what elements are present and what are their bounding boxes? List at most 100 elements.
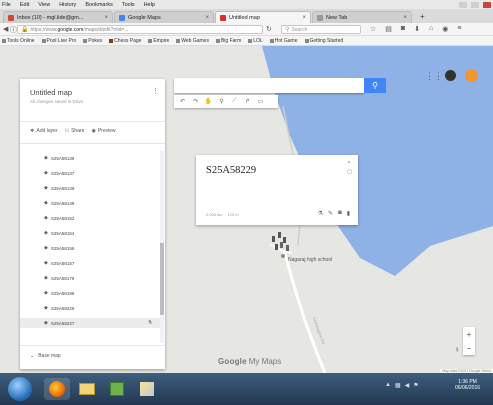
- pocket-icon[interactable]: ◙: [401, 25, 405, 33]
- list-item[interactable]: ◆ S25A58136: [20, 153, 160, 163]
- info-icon[interactable]: ⓘ: [10, 25, 17, 35]
- menu-edit[interactable]: Edit: [20, 2, 29, 8]
- bookmark-item[interactable]: Chess Page: [109, 38, 141, 44]
- camera-icon[interactable]: ◙: [338, 210, 342, 217]
- my-location-icon[interactable]: ♀: [454, 345, 460, 354]
- base-map-toggle[interactable]: ⌄ Base map: [30, 353, 61, 359]
- volume-icon[interactable]: ◀: [405, 382, 410, 389]
- back-icon[interactable]: ◀: [3, 25, 8, 33]
- shield-icon[interactable]: ◉: [442, 25, 448, 33]
- directions-icon[interactable]: ↱: [243, 98, 252, 105]
- taskbar-paint[interactable]: [134, 378, 160, 400]
- close-window-button[interactable]: [483, 1, 491, 8]
- maximize-button[interactable]: [471, 1, 479, 8]
- bookmark-item[interactable]: Tools Online: [2, 38, 35, 44]
- delete-icon[interactable]: ▮: [347, 210, 350, 217]
- list-item[interactable]: ◆ S25A58154: [20, 228, 160, 238]
- taskbar-firefox[interactable]: [44, 378, 70, 400]
- start-button[interactable]: [8, 377, 32, 401]
- tab-close-icon[interactable]: ×: [205, 15, 209, 21]
- map-search-button[interactable]: ⚲: [364, 78, 386, 93]
- map-canvas[interactable]: Untitled map All changes saved in Drive …: [0, 46, 493, 373]
- tab-label: New Tab: [326, 14, 348, 21]
- redo-icon[interactable]: ↷: [191, 98, 200, 105]
- flag-icon[interactable]: ⚑: [413, 382, 418, 389]
- bookmark-item[interactable]: Big Farm: [215, 38, 241, 44]
- menu-file[interactable]: File: [2, 2, 11, 8]
- close-icon[interactable]: ×: [347, 160, 352, 166]
- menu-help[interactable]: Help: [144, 2, 155, 8]
- browser-search-input[interactable]: ⚲ Search: [281, 25, 361, 34]
- tray-arrow-icon[interactable]: ▲: [385, 382, 391, 389]
- map-title[interactable]: Untitled map: [30, 88, 72, 97]
- star-icon[interactable]: ☆: [370, 25, 376, 33]
- menu-view[interactable]: View: [38, 2, 50, 8]
- minimize-button[interactable]: [459, 1, 467, 8]
- list-item[interactable]: ◆ S25A58179: [20, 273, 160, 283]
- list-item-selected[interactable]: ◆ S25A58227 ⚗: [20, 318, 160, 328]
- network-icon[interactable]: ▦: [395, 382, 401, 389]
- bookmark-item[interactable]: Pool Live Pro: [41, 38, 76, 44]
- download-icon[interactable]: ⬇: [414, 25, 420, 33]
- edit-pencil-icon[interactable]: ✎: [328, 210, 333, 217]
- home-icon[interactable]: ⌂: [429, 25, 433, 33]
- share-button[interactable]: ⚇ Share: [65, 128, 85, 134]
- placemark-icon: ◆: [44, 155, 48, 161]
- placemark: [286, 245, 289, 251]
- bookmark-item[interactable]: Pokes: [83, 38, 102, 44]
- reload-icon[interactable]: ↻: [266, 25, 272, 33]
- more-options-icon[interactable]: ⋮: [152, 87, 159, 95]
- list-item[interactable]: ◆ S25A58156: [20, 243, 160, 253]
- new-tab-button[interactable]: +: [420, 12, 425, 21]
- tab-new-tab[interactable]: New Tab ×: [312, 11, 412, 23]
- avatar[interactable]: [465, 69, 478, 82]
- hamburger-menu-icon[interactable]: ≡: [457, 25, 461, 33]
- place-label[interactable]: Nagaraj high school: [288, 257, 332, 263]
- paint-bucket-icon[interactable]: ⚗: [318, 210, 323, 217]
- draw-line-icon[interactable]: ⟋: [230, 98, 239, 105]
- taskbar-app[interactable]: [104, 378, 130, 400]
- tab-close-icon[interactable]: ×: [302, 15, 306, 21]
- tab-inbox[interactable]: Inbox (10) - mgl.lide@gm... ×: [3, 11, 113, 23]
- tab-close-icon[interactable]: ×: [403, 15, 407, 21]
- map-search-input[interactable]: [174, 78, 364, 93]
- add-layer-button[interactable]: ❖ Add layer: [30, 128, 58, 134]
- ruler-icon[interactable]: ▭: [256, 98, 265, 105]
- list-item[interactable]: ◆ S25A58137: [20, 168, 160, 178]
- school-poi-marker: [281, 254, 285, 258]
- clipboard-icon[interactable]: ▤: [385, 25, 392, 33]
- tab-close-icon[interactable]: ×: [104, 15, 108, 21]
- account-settings-icon[interactable]: [445, 70, 456, 81]
- scrollbar-thumb[interactable]: [160, 243, 164, 315]
- bookmark-item[interactable]: Web Games: [176, 38, 209, 44]
- bookmark-item[interactable]: Getting Started: [304, 38, 343, 44]
- taskbar-explorer[interactable]: [74, 378, 100, 400]
- list-item[interactable]: ◆ S25A58157: [20, 258, 160, 268]
- list-item[interactable]: ◆ S25A58139: [20, 183, 160, 193]
- menu-history[interactable]: History: [59, 2, 76, 8]
- bookmark-item[interactable]: Hot Game: [269, 38, 298, 44]
- tab-untitled-map[interactable]: Untitled map ×: [215, 11, 311, 23]
- system-clock[interactable]: 1:36 PM 06/06/2016: [455, 379, 480, 391]
- zoom-out-button[interactable]: −: [467, 344, 472, 353]
- add-marker-icon[interactable]: ⚲: [217, 98, 226, 105]
- bookmark-item[interactable]: LOL: [248, 38, 263, 44]
- list-item[interactable]: ◆ S25A58149: [20, 198, 160, 208]
- menu-bookmarks[interactable]: Bookmarks: [85, 2, 113, 8]
- preview-button[interactable]: ◉ Preview: [91, 128, 115, 134]
- style-paint-icon[interactable]: ⚗: [148, 320, 152, 326]
- search-placeholder: Search: [291, 26, 308, 33]
- menu-tools[interactable]: Tools: [122, 2, 135, 8]
- hand-icon[interactable]: ✋: [204, 98, 213, 105]
- tab-google-maps[interactable]: Google Maps ×: [114, 11, 214, 23]
- bookmark-item[interactable]: Empire: [148, 38, 169, 44]
- zoom-in-button[interactable]: +: [467, 330, 472, 339]
- list-item[interactable]: ◆ S25A58152: [20, 213, 160, 223]
- feature-title[interactable]: S25A58229: [206, 165, 256, 176]
- url-bar[interactable]: 🔒 https://www.google.com/maps/d/edit?mid…: [17, 25, 263, 34]
- list-item[interactable]: ◆ S25A58226: [20, 303, 160, 313]
- expand-icon[interactable]: ▢: [347, 169, 352, 175]
- undo-icon[interactable]: ↶: [178, 98, 187, 105]
- divider: [20, 345, 165, 346]
- list-item[interactable]: ◆ S25A58196: [20, 288, 160, 298]
